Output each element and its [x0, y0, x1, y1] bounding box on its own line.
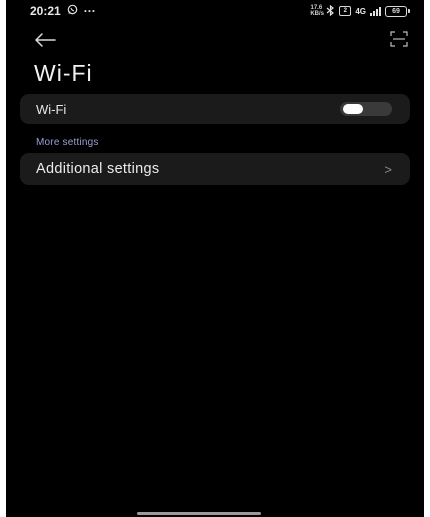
arrow-left-icon: [35, 33, 56, 47]
more-settings-header: More settings: [36, 137, 99, 148]
wifi-toggle-row[interactable]: Wi-Fi: [20, 94, 410, 124]
more-notifications-icon: ···: [83, 4, 96, 18]
whatsapp-icon: [67, 4, 78, 18]
wifi-toggle-switch[interactable]: [340, 102, 392, 116]
status-bar-right: 17.6 KB/s 2 4G 69: [310, 4, 410, 18]
wifi-toggle-label: Wi-Fi: [36, 101, 67, 117]
net-speed-indicator: 17.6 KB/s: [310, 5, 324, 17]
signal-icon: [370, 6, 381, 16]
toggle-knob: [343, 104, 363, 114]
page-title: Wi-Fi: [34, 60, 93, 86]
wifi-settings-screen: 20:21 ··· 17.6 KB/s 2 4G 69 Wi-Fi Wi-Fi …: [6, 0, 424, 517]
battery-level: 69: [385, 5, 407, 17]
network-type-label: 4G: [355, 6, 366, 16]
status-bar-left: 20:21 ···: [30, 4, 96, 18]
home-indicator[interactable]: [137, 512, 261, 515]
scan-qr-button[interactable]: [390, 31, 408, 47]
sim-icon: 2: [339, 6, 352, 16]
additional-settings-label: Additional settings: [36, 161, 160, 177]
additional-settings-row[interactable]: Additional settings >: [20, 153, 410, 185]
back-button[interactable]: [34, 30, 58, 50]
bluetooth-icon: [326, 4, 335, 18]
scan-qr-icon: [390, 31, 408, 47]
battery-icon: 69: [385, 5, 410, 17]
status-bar: 20:21 ··· 17.6 KB/s 2 4G 69: [6, 0, 424, 22]
status-time: 20:21: [30, 4, 61, 18]
chevron-right-icon: >: [384, 161, 392, 177]
